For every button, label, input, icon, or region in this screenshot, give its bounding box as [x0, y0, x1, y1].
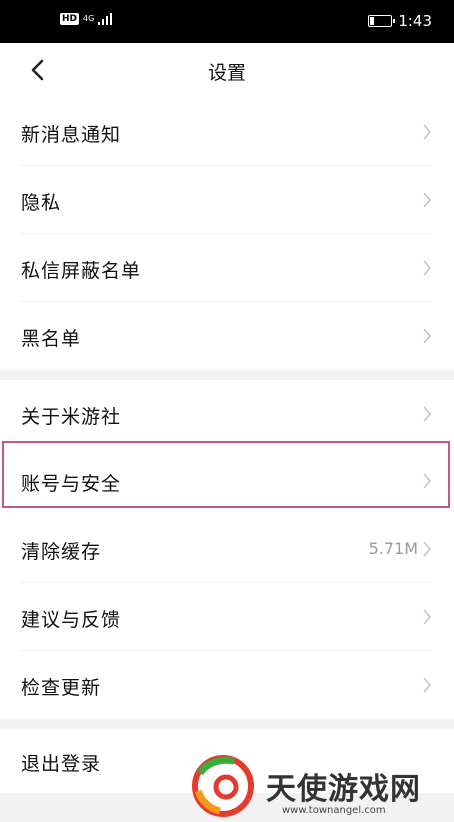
settings-item-label: 新消息通知 — [21, 124, 122, 146]
chevron-right-icon — [423, 406, 431, 422]
watermark-logo-icon — [192, 755, 254, 817]
chevron-right-icon — [423, 609, 431, 625]
settings-item-label: 建议与反馈 — [21, 609, 122, 631]
settings-item-blacklist[interactable]: 黑名单 — [0, 302, 454, 370]
highlight-box — [2, 441, 450, 508]
settings-item-about[interactable]: 关于米游社 — [0, 380, 454, 448]
settings-item-label: 检查更新 — [21, 677, 102, 699]
settings-item-check-update[interactable]: 检查更新 — [0, 651, 454, 719]
status-time: 1:43 — [398, 12, 432, 30]
status-bar: HD 4G 1:43 — [0, 0, 454, 43]
chevron-right-icon — [423, 328, 431, 344]
settings-item-dm-block-list[interactable]: 私信屏蔽名单 — [0, 234, 454, 302]
watermark-url: www.townangel.com — [282, 805, 386, 816]
signal-icon — [98, 13, 113, 25]
section-separator — [0, 719, 454, 729]
settings-item-label: 私信屏蔽名单 — [21, 260, 142, 282]
chevron-right-icon — [423, 124, 431, 140]
cache-size-value: 5.71M — [368, 539, 418, 558]
status-left: HD 4G — [60, 13, 113, 25]
hd-badge: HD — [60, 13, 80, 25]
settings-item-label: 清除缓存 — [21, 541, 102, 563]
chevron-right-icon — [423, 677, 431, 693]
watermark-text: 天使游戏网 — [266, 772, 421, 807]
settings-item-label: 关于米游社 — [21, 406, 122, 428]
settings-item-notifications[interactable]: 新消息通知 — [0, 98, 454, 166]
chevron-right-icon — [423, 541, 431, 557]
logout-label: 退出登录 — [21, 753, 102, 775]
network-type: 4G — [83, 14, 95, 23]
settings-item-feedback[interactable]: 建议与反馈 — [0, 583, 454, 651]
settings-item-clear-cache[interactable]: 清除缓存 5.71M — [0, 515, 454, 583]
settings-item-label: 隐私 — [21, 192, 62, 214]
settings-item-privacy[interactable]: 隐私 — [0, 166, 454, 234]
status-right: 1:43 — [368, 12, 432, 30]
battery-icon — [368, 15, 396, 27]
settings-item-label: 黑名单 — [21, 328, 82, 350]
chevron-right-icon — [423, 260, 431, 276]
page-title: 设置 — [207, 62, 246, 84]
chevron-right-icon — [423, 192, 431, 208]
section-separator — [0, 370, 454, 380]
watermark: 天使游戏网 www.townangel.com — [186, 747, 454, 822]
header-bar: 设置 — [0, 43, 454, 99]
